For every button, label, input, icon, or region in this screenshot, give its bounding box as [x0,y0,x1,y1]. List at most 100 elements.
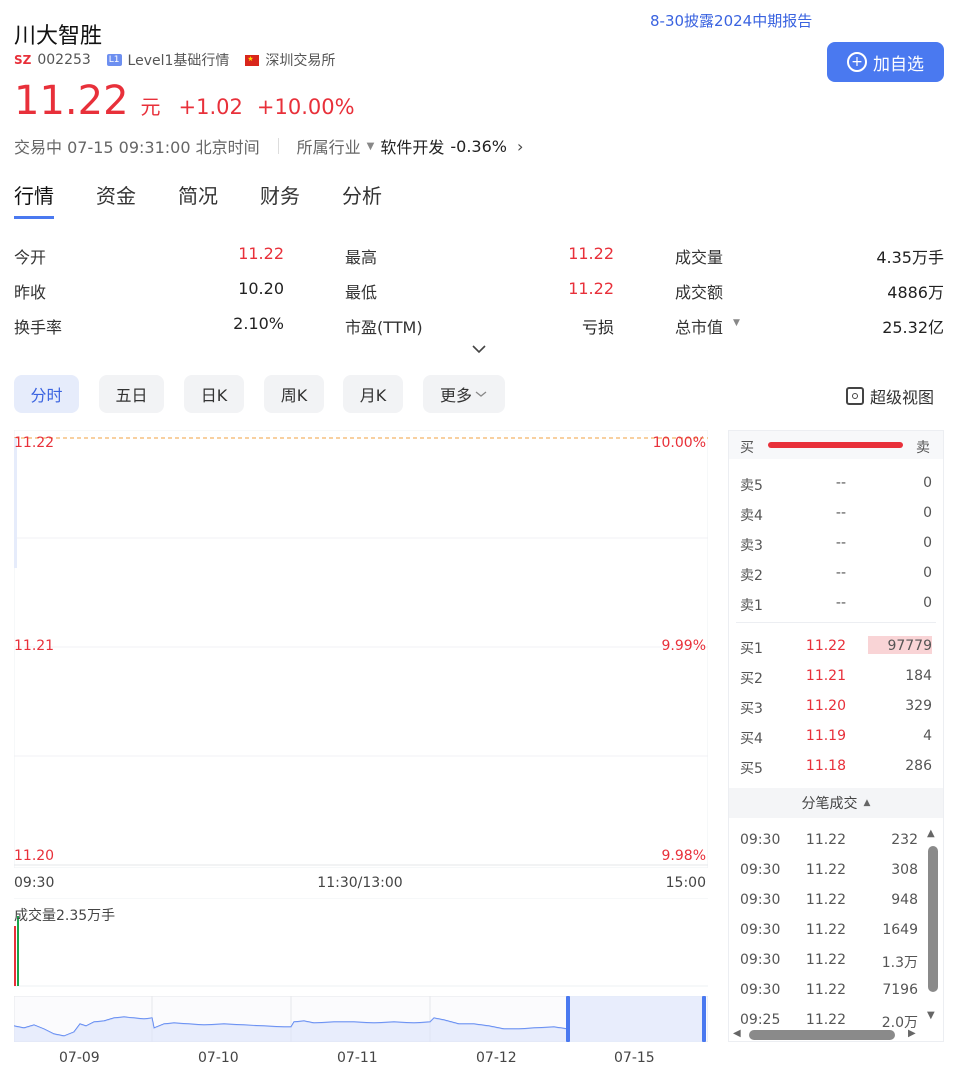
period-daily-k[interactable]: 日K [184,375,244,413]
stat-label: 最低 [345,283,378,302]
industry-label[interactable]: 所属行业 [297,134,361,158]
volume-chart [14,898,708,987]
timeline-navigator[interactable] [14,996,708,1042]
orderbook-price: 11.19 [805,728,846,744]
trade-status: 交易中 07-15 09:31:00 北京时间 [14,138,260,157]
intraday-chart[interactable] [14,430,708,868]
caret-down-icon[interactable]: ▼ [733,318,740,328]
stock-code: 002253 [37,52,91,68]
industry-name[interactable]: 软件开发 [380,134,444,158]
time-axis-close: 15:00 [665,875,706,891]
nav-date-4: 07-12 [476,1050,517,1066]
scroll-down-icon[interactable]: ▼ [927,1010,935,1021]
tab-analysis[interactable]: 分析 [342,180,382,209]
orderbook-label: 卖5 [740,478,763,494]
period-5day[interactable]: 五日 [99,375,164,413]
ticks-header-label: 分笔成交 [801,796,858,812]
stat-label: 成交额 [675,283,724,302]
orderbook-label: 买1 [740,641,763,657]
orderbook-price: -- [835,475,846,491]
tick-price: 11.22 [805,952,846,968]
tick-price: 11.22 [805,982,846,998]
orderbook-price: 11.20 [805,698,846,714]
chevron-right-icon[interactable]: › [517,137,523,156]
super-view-button[interactable]: 超级视图 [846,384,934,408]
orderbook-price: 11.22 [805,638,846,654]
orderbook-label: 买4 [740,731,763,747]
orderbook-label: 卖4 [740,508,763,524]
bid-ask-ratio-bar [768,442,903,448]
horizontal-scrollbar-thumb[interactable] [749,1030,895,1040]
period-more[interactable]: 更多 [423,375,505,413]
divider [277,138,279,154]
expand-chevron-icon[interactable] [471,342,487,358]
stat-value: 11.22 [238,244,284,263]
orderbook-label: 卖3 [740,538,763,554]
tick-time: 09:30 [740,862,781,878]
main-tabs: 行情 资金 简况 财务 分析 [14,180,382,219]
tick-time: 09:30 [740,952,781,968]
orderbook-vol: 0 [923,565,932,581]
price-axis-top: 11.22 [14,435,55,451]
period-weekly-k[interactable]: 周K [264,375,324,413]
navigator-selection[interactable] [568,996,704,1042]
stat-label: 今开 [14,248,47,267]
tick-time: 09:30 [740,982,781,998]
tick-price: 11.22 [805,832,846,848]
add-watchlist-button[interactable]: + 加自选 [827,42,944,82]
tick-time: 09:30 [740,892,781,908]
ticks-header[interactable]: 分笔成交 ▲ [729,788,943,818]
stat-label[interactable]: 总市值 [675,314,723,338]
stat-label: 市盈(TTM) [345,318,423,337]
buy-side-label: 买 [740,440,754,456]
time-axis-mid: 11:30/13:00 [317,875,403,891]
plus-circle-icon: + [847,52,867,72]
tick-time: 09:25 [740,1012,781,1028]
orderbook-label: 买3 [740,701,763,717]
chevron-down-icon [475,391,487,397]
stat-value: 11.22 [568,244,614,263]
tick-time: 09:30 [740,832,781,848]
vertical-scrollbar-thumb[interactable] [928,846,938,992]
nav-date-1: 07-09 [59,1050,100,1066]
orderbook-vol: 184 [905,668,932,684]
scroll-left-icon[interactable]: ◀ [733,1028,741,1039]
super-view-label: 超级视图 [870,388,935,407]
tick-price: 11.22 [805,862,846,878]
price-axis-bottom: 11.20 [14,848,55,864]
tick-price: 11.22 [805,892,846,908]
period-more-label: 更多 [439,386,472,405]
scroll-right-icon[interactable]: ▶ [908,1028,916,1039]
orderbook-vol: 286 [905,758,932,774]
exchange-name: 深圳交易所 [265,53,336,69]
stat-label: 昨收 [14,283,47,302]
stock-meta: SZ 002253 L1 Level1基础行情 深圳交易所 [14,50,335,70]
price-line-start [14,438,17,568]
navigator-right-handle[interactable] [702,996,706,1042]
orderbook-vol: 0 [923,535,932,551]
stat-value: 25.32亿 [882,318,944,337]
tab-quote[interactable]: 行情 [14,180,54,219]
caret-up-icon: ▲ [863,798,871,808]
current-price: 11.22 [14,78,129,124]
scroll-up-icon[interactable]: ▲ [927,828,935,839]
report-notice-link[interactable]: 8-30披露2024中期报告 [650,10,812,31]
period-monthly-k[interactable]: 月K [343,375,403,413]
china-flag-icon [245,54,260,66]
industry-change[interactable]: -0.36% [450,137,507,156]
stat-value: 亏损 [581,318,614,337]
level1-badge-icon: L1 [106,54,122,66]
orderbook-label: 卖2 [740,568,763,584]
stat-value: 10.20 [238,279,284,298]
tab-profile[interactable]: 简况 [178,180,218,209]
stat-label: 成交量 [675,248,724,267]
tab-funds[interactable]: 资金 [96,180,136,209]
period-intraday[interactable]: 分时 [14,375,79,413]
stat-value: 11.22 [568,279,614,298]
caret-down-icon[interactable]: ▼ [367,141,375,152]
navigator-left-handle[interactable] [566,996,570,1042]
tick-price: 11.22 [805,922,846,938]
volume-label: 成交量2.35万手 [14,908,116,924]
tab-finance[interactable]: 财务 [260,180,300,209]
orderbook-label: 卖1 [740,598,763,614]
